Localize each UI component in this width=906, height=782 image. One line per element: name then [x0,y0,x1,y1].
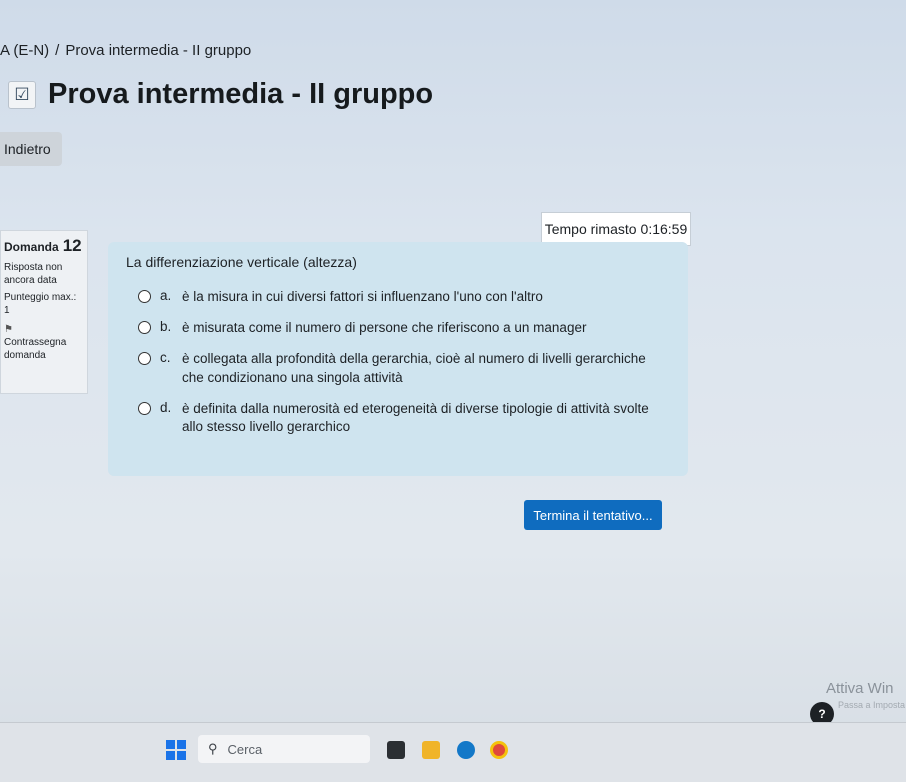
flag-question-link[interactable]: Contrassegna domanda [4,336,84,362]
search-icon: ⚲ [208,741,218,756]
quiz-icon: ☑ [8,80,36,109]
timer-label: Tempo rimasto [544,221,637,237]
radio-button[interactable] [138,290,151,303]
option-letter: b. [160,318,172,334]
option-letter: c. [160,349,171,365]
taskbar-search-placeholder: Cerca [227,741,263,757]
max-points-label: Punteggio max.: [4,292,77,304]
breadcrumb-course-link[interactable]: A (E-N) [0,42,49,59]
start-icon-tile [177,740,186,749]
finish-attempt-button[interactable]: Termina il tentativo... [524,500,662,530]
question-info-panel: Domanda 12 Risposta non ancora data Punte… [0,230,88,394]
max-points-value: 1 [4,305,10,317]
folder-icon[interactable] [422,741,440,759]
windows-start-icon[interactable] [166,740,186,760]
start-icon-tile [166,751,175,760]
radio-button[interactable] [138,351,151,365]
option-text[interactable]: è la misura in cui diversi fattori si in… [182,288,662,307]
start-icon-tile [166,740,175,749]
timer: Tempo rimasto 0:16:59 [541,212,691,246]
activate-windows-watermark: Attiva Win [826,680,894,697]
breadcrumb: A (E-N) / Prova intermedia - II gruppo [0,42,251,59]
option-letter: d. [160,399,172,415]
flag-icon[interactable]: ⚑ [4,323,84,336]
answer-status: Risposta non ancora data [4,262,63,287]
question-card: La differenziazione verticale (altezza) … [108,242,688,476]
question-text: La differenziazione verticale (altezza) [126,254,357,270]
terminal-icon[interactable] [387,741,405,759]
answer-option-c[interactable]: c. è collegata alla profondità della ger… [126,350,670,388]
page-title: Prova intermedia - II gruppo [48,78,434,110]
question-number: 12 [62,236,82,255]
breadcrumb-separator: / [55,42,60,59]
answer-option-d[interactable]: d. è definita dalla numerosità ed eterog… [126,400,670,438]
taskbar: ⚲ Cerca [0,722,906,782]
start-icon-tile [177,751,186,760]
option-letter: a. [160,288,172,303]
question-number-label: Domanda [4,240,59,254]
activate-windows-subtitle: Passa a Imposta [838,700,906,710]
taskbar-search[interactable]: ⚲ Cerca [198,735,370,763]
answer-option-a[interactable]: a. è la misura in cui diversi fattori si… [126,288,670,307]
radio-button[interactable] [138,401,151,415]
back-button[interactable]: Indietro [0,132,62,166]
chrome-browser-icon[interactable] [490,741,508,759]
radio-button[interactable] [138,320,151,334]
answer-option-b[interactable]: b. è misurata come il numero di persone … [126,319,670,338]
breadcrumb-current[interactable]: Prova intermedia - II gruppo [65,42,251,59]
page-header: ☑ Prova intermedia - II gruppo [8,78,433,111]
option-text[interactable]: è misurata come il numero di persone che… [182,319,662,338]
edge-browser-icon[interactable] [457,741,475,759]
option-text[interactable]: è collegata alla profondità della gerarc… [182,350,662,388]
timer-value: 0:16:59 [640,221,688,237]
option-text[interactable]: è definita dalla numerosità ed eterogene… [182,400,662,438]
